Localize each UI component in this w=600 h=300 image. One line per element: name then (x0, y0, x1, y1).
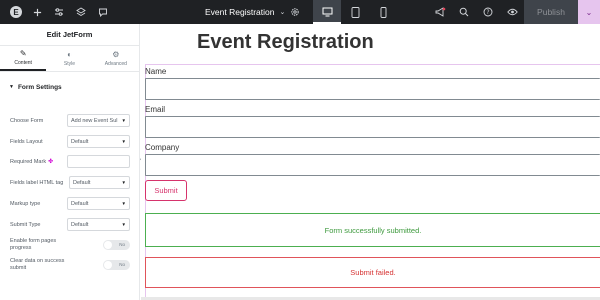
svg-text:?: ? (486, 9, 489, 16)
eye-icon (506, 8, 518, 16)
half-circle-icon: ◐ (67, 50, 72, 59)
publish-button[interactable]: Publish (524, 0, 578, 24)
caret-down-icon: ▼ (121, 222, 126, 227)
gear-icon (291, 8, 299, 16)
preview-canvas: Event Registration Name Email Company Su… (141, 24, 600, 300)
required-mark-label: Required Mark ✤ (10, 158, 67, 165)
document-title: Event Registration (205, 7, 275, 17)
clear-data-label: Clear data on success submit (10, 258, 103, 271)
select-value: Default (73, 179, 91, 186)
label-line-1: Clear data on success (10, 258, 65, 264)
email-field[interactable] (145, 116, 600, 138)
desktop-icon (322, 7, 332, 17)
layers-icon (76, 7, 86, 17)
tab-advanced[interactable]: ⚙ Advanced (93, 46, 139, 71)
desktop-view-button[interactable] (313, 0, 341, 24)
failure-message: Submit failed. (145, 257, 600, 288)
fields-layout-label: Fields Layout (10, 138, 43, 145)
clear-data-row: Clear data on success submit No (10, 258, 130, 271)
structure-button[interactable] (70, 0, 92, 24)
panel-tabs: ✎ Content ◐ Style ⚙ Advanced (0, 46, 139, 72)
tab-label: Content (14, 60, 32, 66)
add-element-button[interactable] (26, 0, 48, 24)
help-button[interactable]: ? (476, 0, 500, 24)
label-html-tag-select[interactable]: Default ▼ (69, 176, 130, 189)
choose-form-select[interactable]: Add new Event Sul ▼ (67, 114, 130, 127)
pages-progress-toggle[interactable]: No (103, 239, 130, 250)
select-value: Default (71, 221, 89, 228)
tab-label: Advanced (104, 61, 127, 67)
elementor-menu-button[interactable]: E (6, 0, 26, 24)
search-icon (459, 7, 469, 17)
device-switcher (313, 0, 397, 24)
pencil-icon: ✎ (19, 49, 27, 58)
site-settings-button[interactable] (48, 0, 70, 24)
page-settings-button[interactable] (284, 0, 306, 24)
name-field-label: Name (145, 67, 167, 76)
markup-type-label: Markup type (10, 200, 41, 207)
caret-down-icon: ▼ (121, 180, 126, 185)
help-icon: ? (483, 7, 493, 17)
label-line-2: progress (10, 244, 32, 251)
company-field[interactable] (145, 154, 600, 176)
tablet-view-button[interactable] (341, 0, 369, 24)
required-mark-input[interactable] (67, 155, 130, 168)
sliders-icon (55, 8, 63, 16)
choose-form-label: Choose Form (10, 117, 44, 124)
email-field-label: Email (145, 105, 166, 114)
submit-button[interactable]: Submit (145, 180, 187, 201)
fields-layout-select[interactable]: Default ▼ (67, 135, 130, 148)
dynamic-tags-icon[interactable]: ✤ (48, 159, 53, 165)
page-title: Event Registration (197, 31, 374, 53)
select-value: Default (71, 200, 89, 207)
tab-style[interactable]: ◐ Style (46, 46, 92, 71)
publish-options-button[interactable]: ⌄ (578, 0, 600, 24)
gear-icon: ⚙ (112, 50, 120, 59)
whats-new-button[interactable] (428, 0, 452, 24)
success-message: Form successfully submitted. (145, 213, 600, 247)
pages-progress-row: Enable form pages progress No (10, 238, 130, 251)
company-field-label: Company (145, 143, 180, 152)
markup-type-row: Markup type Default ▼ (10, 197, 130, 210)
caret-down-icon: ▼ (9, 84, 14, 90)
submit-type-select[interactable]: Default ▼ (67, 218, 130, 231)
comment-icon (99, 8, 107, 17)
tab-label: Style (63, 61, 76, 67)
elementor-logo-icon: E (10, 6, 22, 18)
fields-layout-row: Fields Layout Default ▼ (10, 135, 130, 148)
submit-type-row: Submit Type Default ▼ (10, 218, 130, 231)
section-title: Form Settings (17, 83, 62, 91)
label-line-1: Enable form pages (10, 238, 57, 244)
chevron-down-icon: ⌄ (585, 7, 593, 17)
label-html-tag-label: Fields label HTML tag (10, 179, 64, 186)
megaphone-icon (435, 7, 445, 17)
markup-type-select[interactable]: Default ▼ (67, 197, 130, 210)
label-text: Required Mark (10, 159, 47, 165)
mobile-icon (380, 6, 386, 18)
panel-title: Edit JetForm (0, 24, 139, 46)
select-value: Add new Event Sul (71, 117, 118, 124)
toolbar-right-icons: ? (428, 0, 524, 24)
select-value: Default (71, 138, 89, 145)
mobile-view-button[interactable] (369, 0, 397, 24)
document-title-dropdown[interactable]: Event Registration ⌄ (205, 0, 285, 24)
choose-form-row: Choose Form Add new Event Sul ▼ (10, 114, 130, 127)
label-line-2: submit (10, 264, 27, 271)
form-settings-section-toggle[interactable]: ▼ Form Settings (0, 76, 139, 98)
search-button[interactable] (452, 0, 476, 24)
clear-data-toggle[interactable]: No (103, 259, 130, 270)
tab-content[interactable]: ✎ Content (0, 46, 47, 71)
caret-down-icon: ▼ (121, 201, 126, 206)
notes-button[interactable] (92, 0, 114, 24)
caret-down-icon: ▼ (121, 139, 126, 144)
plus-icon (33, 8, 41, 16)
caret-down-icon: ▼ (121, 118, 126, 123)
pages-progress-label: Enable form pages progress (10, 238, 103, 251)
preview-button[interactable] (500, 0, 524, 24)
required-mark-row: Required Mark ✤ (10, 155, 130, 168)
submit-type-label: Submit Type (10, 221, 41, 228)
tablet-icon (351, 6, 359, 18)
label-html-tag-row: Fields label HTML tag Default ▼ (10, 176, 130, 189)
name-field[interactable] (145, 78, 600, 100)
